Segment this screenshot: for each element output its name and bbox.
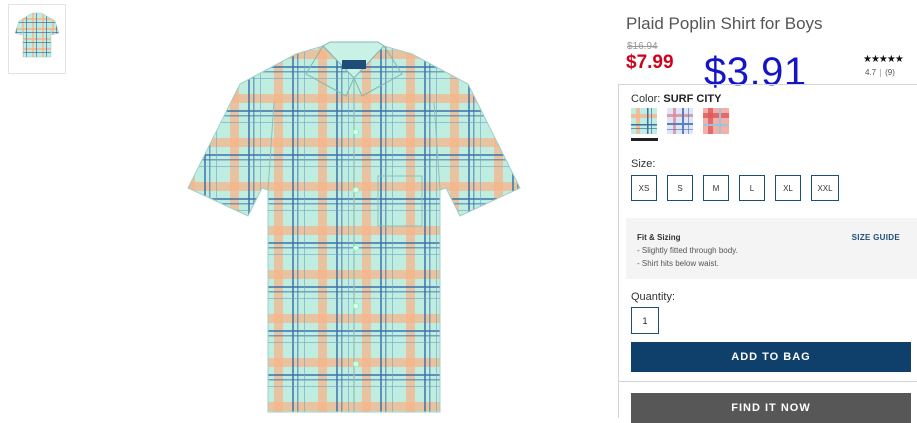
product-title: Plaid Poplin Shirt for Boys bbox=[626, 14, 823, 33]
thumbnail-shirt-image bbox=[14, 12, 60, 58]
review-count: (9) bbox=[885, 68, 895, 77]
size-option-l[interactable]: L bbox=[739, 175, 765, 201]
panel-divider-left bbox=[618, 84, 619, 418]
product-main-image bbox=[178, 40, 530, 418]
swatch-red-plaid[interactable] bbox=[703, 108, 729, 134]
panel-divider-top bbox=[618, 84, 917, 85]
original-price: $16.94 bbox=[627, 41, 658, 52]
product-thumbnail[interactable] bbox=[8, 4, 66, 74]
swatch-blue-red-plaid[interactable] bbox=[667, 108, 693, 134]
quantity-input[interactable]: 1 bbox=[631, 307, 659, 334]
size-option-xxl[interactable]: XXL bbox=[811, 175, 839, 201]
fit-title: Fit & Sizing bbox=[637, 233, 681, 242]
swatch-blue-red-plaid-icon bbox=[667, 108, 693, 134]
selected-swatch-indicator bbox=[631, 138, 658, 141]
swatch-red-plaid-icon bbox=[703, 108, 729, 134]
rating-summary[interactable]: 4.7 (9) bbox=[865, 68, 895, 77]
rating-stars-icon[interactable]: ★★★★★ bbox=[863, 54, 904, 65]
size-option-s[interactable]: S bbox=[667, 175, 693, 201]
color-label-text: Color: bbox=[631, 93, 661, 105]
size-guide-link[interactable]: SIZE GUIDE bbox=[852, 233, 900, 242]
add-to-bag-button[interactable]: ADD TO BAG bbox=[631, 342, 911, 372]
fit-and-sizing-box: Fit & Sizing SIZE GUIDE - Slightly fitte… bbox=[626, 218, 917, 279]
swatch-surf-city[interactable] bbox=[631, 108, 657, 134]
overlay-price-annotation: $3.91 bbox=[704, 50, 807, 94]
size-option-m[interactable]: M bbox=[703, 175, 729, 201]
size-option-xs[interactable]: XS bbox=[631, 175, 657, 201]
color-label: Color: SURF CITY bbox=[631, 93, 721, 105]
quantity-label: Quantity: bbox=[631, 291, 676, 303]
sale-price: $7.99 bbox=[626, 52, 674, 73]
find-it-now-button[interactable]: FIND IT NOW bbox=[631, 393, 911, 423]
rating-divider bbox=[880, 68, 882, 77]
fit-detail: - Shirt hits below waist. bbox=[637, 259, 719, 268]
rating-value: 4.7 bbox=[865, 68, 877, 77]
swatch-surf-city-icon bbox=[631, 108, 657, 134]
size-option-xl[interactable]: XL bbox=[775, 175, 801, 201]
size-label: Size: bbox=[631, 158, 656, 170]
action-separator bbox=[618, 381, 917, 382]
selected-color-name: SURF CITY bbox=[663, 93, 722, 105]
fit-detail: - Slightly fitted through body. bbox=[637, 246, 738, 255]
size-options: XS S M L XL XXL bbox=[631, 175, 839, 201]
